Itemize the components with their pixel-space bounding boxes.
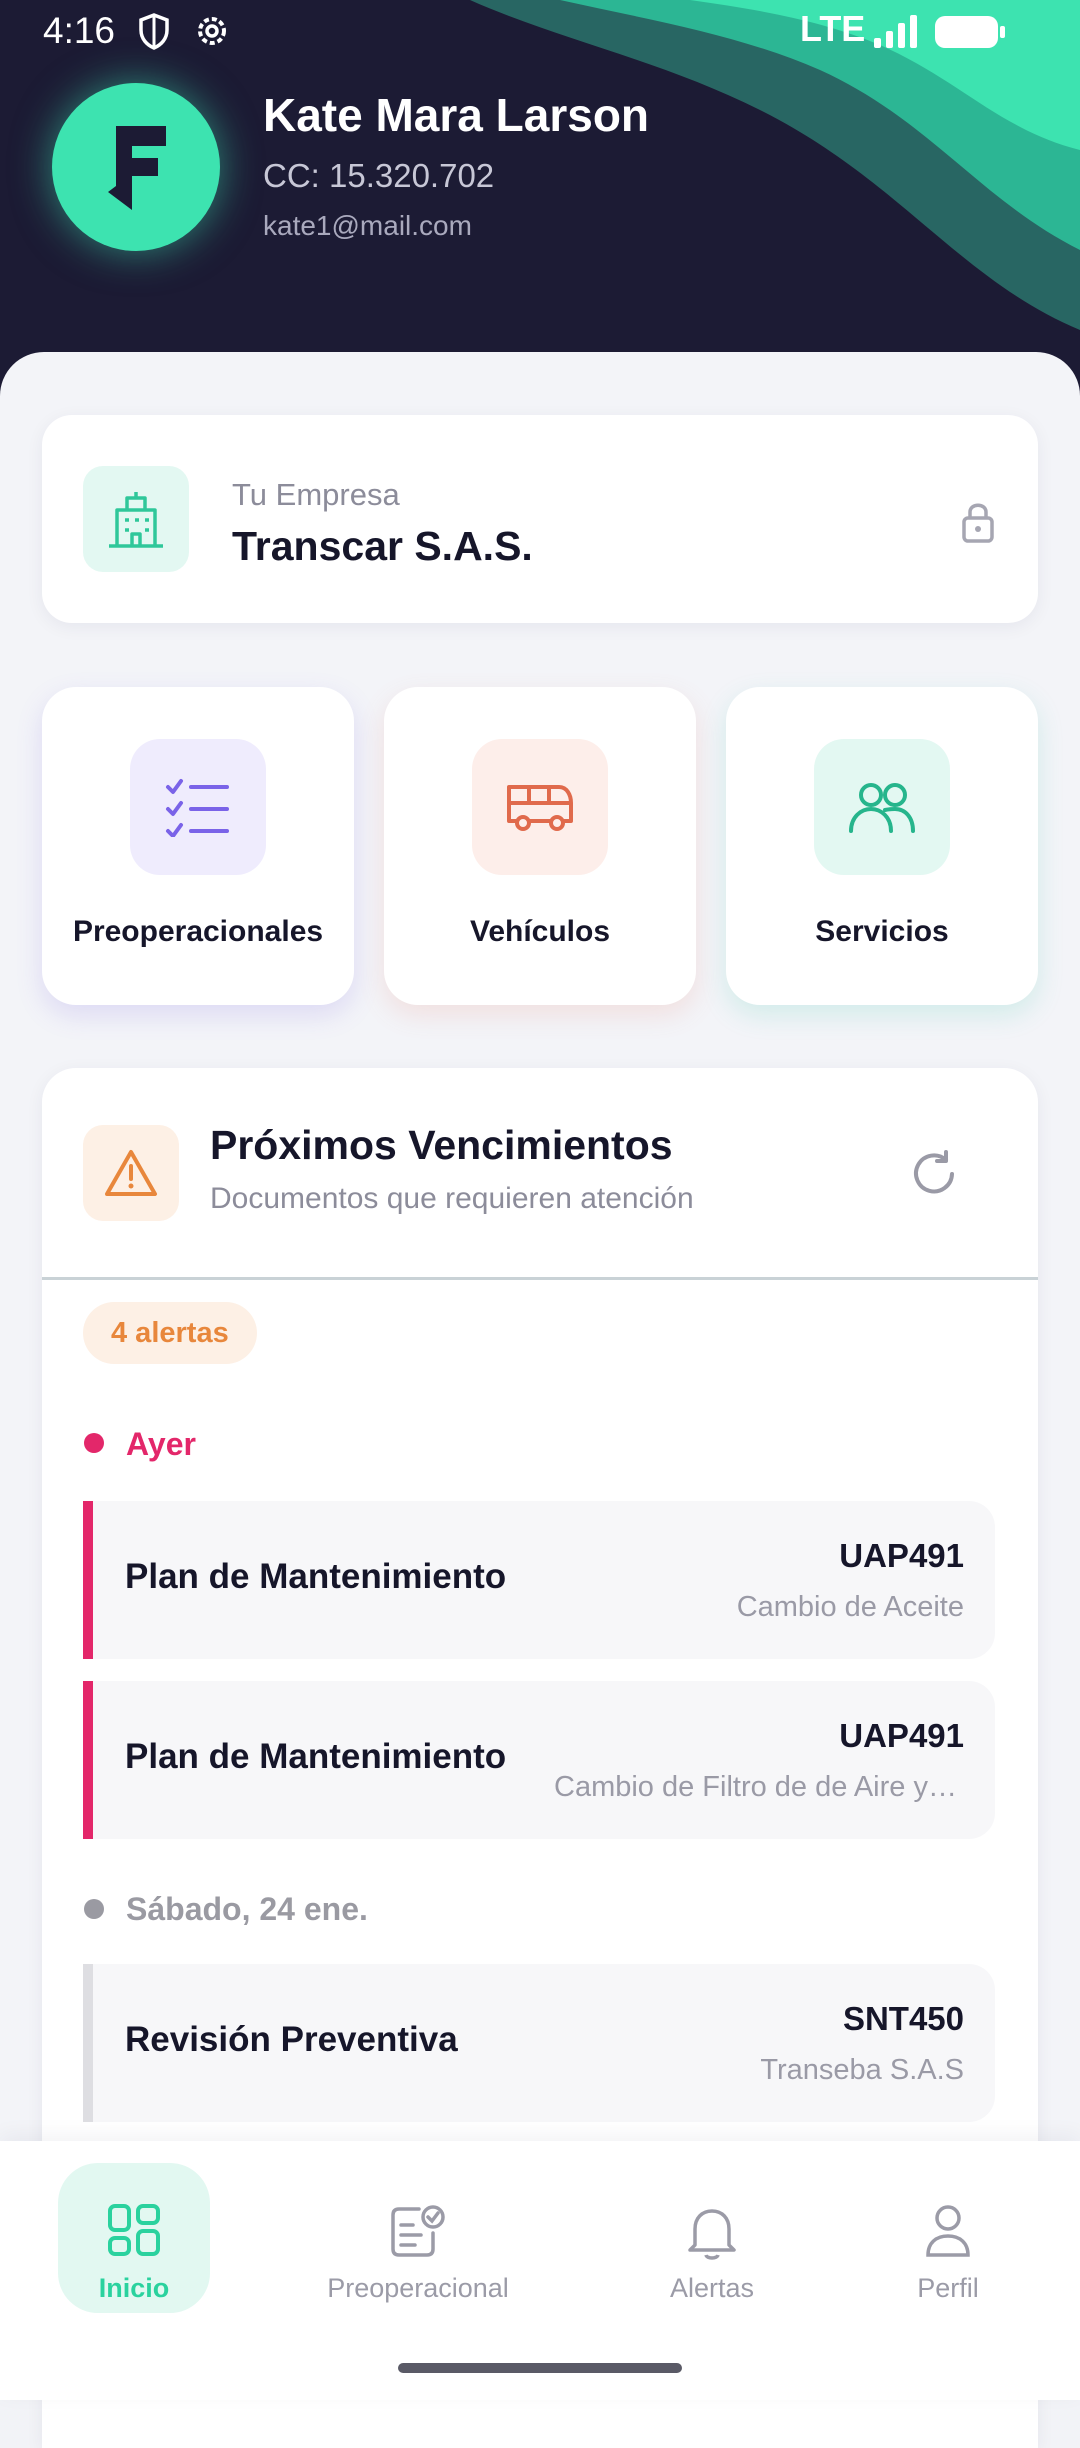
alerts-title: Próximos Vencimientos	[210, 1122, 673, 1168]
alert-item[interactable]: Revisión Preventiva SNT450 Transeba S.A.…	[83, 1964, 995, 2122]
alert-item-title: Revisión Preventiva	[125, 2020, 458, 2059]
battery-icon	[934, 15, 1006, 58]
tile-servicios[interactable]: Servicios	[726, 687, 1038, 1005]
nav-item-alertas[interactable]: Alertas	[642, 2163, 782, 2313]
alert-item-description: Cambio de Aceite	[736, 1591, 964, 1623]
company-card[interactable]: Tu Empresa Transcar S.A.S.	[42, 415, 1038, 623]
company-label: Tu Empresa	[232, 477, 400, 512]
alert-item-plate: SNT450	[842, 2000, 964, 2037]
alert-item-plate: UAP491	[839, 1717, 964, 1754]
users-icon	[814, 739, 950, 875]
status-bar: 4:16 LTE	[0, 0, 1080, 62]
alert-item[interactable]: Plan de Mantenimiento UAP491 Cambio de A…	[83, 1501, 995, 1659]
user-email: kate1@mail.com	[263, 210, 472, 241]
tile-label: Vehículos	[469, 915, 611, 948]
nav-item-perfil[interactable]: Perfil	[878, 2163, 1018, 2313]
divider	[42, 1277, 1038, 1280]
nav-item-inicio[interactable]: Inicio	[58, 2163, 210, 2313]
network-type: LTE	[800, 8, 866, 49]
user-id: CC: 15.320.702	[263, 157, 495, 194]
status-time: 4:16	[43, 10, 116, 51]
group-label-date: Sábado, 24 ene.	[126, 1891, 368, 1927]
alert-item-plate: UAP491	[839, 1537, 964, 1574]
nav-label: Alertas	[669, 2273, 755, 2303]
checked-document-icon	[389, 2203, 447, 2264]
bottom-navigation: Inicio Preoperacional Alertas Perfil	[0, 2141, 1080, 2400]
group-dot	[84, 1899, 104, 1919]
alert-item-description: Cambio de Filtro de de Aire y Filtros	[554, 1771, 964, 1803]
status-bar-indicator	[83, 1501, 93, 1659]
profile-header: 4:16 LTE Kate Mara Larson CC: 15.320.702…	[0, 0, 1080, 400]
user-icon	[924, 2203, 972, 2264]
status-bar-indicator	[83, 1964, 93, 2122]
company-name: Transcar S.A.S.	[232, 523, 533, 569]
tile-label: Servicios	[815, 915, 949, 948]
user-name: Kate Mara Larson	[263, 89, 650, 141]
tile-vehiculos[interactable]: Vehículos	[384, 687, 696, 1005]
lock-icon	[960, 500, 996, 549]
alerts-count-badge: 4 alertas	[83, 1302, 257, 1364]
company-logo-avatar	[52, 83, 220, 251]
warning-icon	[83, 1125, 179, 1221]
alerts-subtitle: Documentos que requieren atención	[210, 1182, 694, 1215]
nav-item-preoperacional[interactable]: Preoperacional	[318, 2163, 518, 2313]
tile-preoperacionales[interactable]: Preoperacionales	[42, 687, 354, 1005]
shield-icon	[137, 12, 171, 59]
alert-item-description: Transeba S.A.S	[760, 2054, 964, 2086]
tile-label: Preoperacionales	[72, 915, 324, 948]
nav-label: Inicio	[98, 2273, 170, 2303]
status-bar-indicator	[83, 1681, 93, 1839]
nav-label: Preoperacional	[327, 2273, 509, 2303]
settings-gear-icon	[193, 12, 231, 59]
refresh-icon[interactable]	[908, 1148, 960, 1205]
nav-label: Perfil	[917, 2273, 979, 2303]
building-icon	[83, 466, 189, 572]
group-label-ayer: Ayer	[126, 1426, 196, 1462]
checklist-icon	[130, 739, 266, 875]
grid-icon	[107, 2203, 161, 2262]
alert-item-title: Plan de Mantenimiento	[125, 1557, 507, 1596]
bell-icon	[685, 2203, 739, 2266]
home-indicator[interactable]	[398, 2363, 682, 2373]
signal-icon	[872, 14, 920, 57]
bus-icon	[472, 739, 608, 875]
alert-item-title: Plan de Mantenimiento	[125, 1737, 507, 1776]
group-dot	[84, 1433, 104, 1453]
f-logo-icon	[108, 126, 166, 210]
alert-item[interactable]: Plan de Mantenimiento UAP491 Cambio de F…	[83, 1681, 995, 1839]
